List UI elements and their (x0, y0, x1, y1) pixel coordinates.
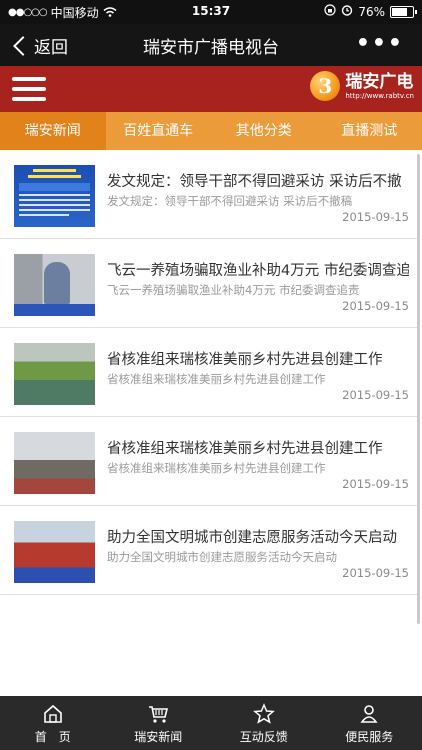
news-summary: 省核准组来瑞核准美丽乡村先进县创建工作 (107, 372, 326, 386)
news-title: 助力全国文明城市创建志愿服务活动今天启动 (107, 530, 397, 546)
logo-url: http://www.rabtv.cn (345, 91, 414, 100)
news-title: 省核准组来瑞核准美丽乡村先进县创建工作 (107, 352, 383, 368)
news-summary: 助力全国文明城市创建志愿服务活动今天启动 (107, 550, 337, 564)
news-summary: 发文规定：领导干部不得回避采访 采访后不撤稿 (107, 194, 353, 208)
home-icon (42, 703, 64, 725)
logo-mark: 3 (310, 71, 341, 101)
bottom-nav-label: 便民服务 (345, 730, 394, 744)
bottom-nav-label: 首 页 (34, 730, 71, 744)
nav-bar: 返回 瑞安市广播电视台 ••• (0, 24, 422, 66)
tab-citizen-express[interactable]: 百姓直通车 (106, 112, 212, 150)
bottom-nav-services[interactable]: 便民服务 (317, 696, 422, 750)
news-thumbnail (14, 521, 95, 583)
brand-logo: 3 瑞安广电 http://www.rabtv.cn (310, 71, 414, 101)
list-item[interactable]: 省核准组来瑞核准美丽乡村先进县创建工作 省核准组来瑞核准美丽乡村先进县创建工作 … (0, 417, 418, 506)
news-date: 2015-09-15 (342, 210, 409, 224)
tab-other-categories[interactable]: 其他分类 (211, 112, 317, 150)
news-date: 2015-09-15 (342, 566, 409, 580)
bottom-nav-ruian-news[interactable]: 瑞安新闻 (106, 696, 212, 750)
bottom-nav-label: 瑞安新闻 (134, 730, 183, 744)
list-item[interactable]: 发文规定：领导干部不得回避采访 采访后不撤 发文规定：领导干部不得回避采访 采访… (0, 150, 418, 239)
news-thumbnail (14, 432, 95, 494)
person-icon (358, 703, 380, 725)
menu-icon[interactable] (12, 77, 46, 101)
scrollbar[interactable] (417, 154, 420, 624)
news-title: 省核准组来瑞核准美丽乡村先进县创建工作 (107, 441, 383, 457)
news-title: 飞云一养殖场骗取渔业补助4万元 市纪委调查追 (107, 263, 409, 279)
bottom-nav-feedback[interactable]: 互动反馈 (211, 696, 317, 750)
news-summary: 飞云一养殖场骗取渔业补助4万元 市纪委调查追责 (107, 283, 360, 297)
brand-header: 3 瑞安广电 http://www.rabtv.cn (0, 66, 422, 112)
orientation-lock-icon (324, 4, 336, 19)
cart-icon (147, 703, 169, 725)
bottom-nav: 首 页 瑞安新闻 互动反馈 便民服务 (0, 696, 422, 750)
list-item[interactable]: 助力全国文明城市创建志愿服务活动今天启动 助力全国文明城市创建志愿服务活动今天启… (0, 506, 418, 595)
news-date: 2015-09-15 (342, 477, 409, 491)
tab-live-test[interactable]: 直播测试 (317, 112, 422, 150)
status-bar: ●●○○○ 中国移动 15:37 76% (0, 0, 422, 24)
list-item[interactable]: 飞云一养殖场骗取渔业补助4万元 市纪委调查追 飞云一养殖场骗取渔业补助4万元 市… (0, 239, 418, 328)
bottom-nav-label: 互动反馈 (239, 730, 288, 744)
news-title: 发文规定：领导干部不得回避采访 采访后不撤 (107, 174, 402, 190)
bottom-nav-home[interactable]: 首 页 (0, 696, 106, 750)
tab-ruian-news[interactable]: 瑞安新闻 (0, 112, 106, 150)
list-item[interactable]: 省核准组来瑞核准美丽乡村先进县创建工作 省核准组来瑞核准美丽乡村先进县创建工作 … (0, 328, 418, 417)
news-thumbnail (14, 254, 95, 316)
battery-icon (390, 5, 417, 18)
more-button[interactable]: ••• (356, 31, 404, 56)
news-thumbnail (14, 343, 95, 405)
news-date: 2015-09-15 (342, 299, 409, 313)
news-list[interactable]: 发文规定：领导干部不得回避采访 采访后不撤 发文规定：领导干部不得回避采访 采访… (0, 150, 422, 696)
alarm-icon (341, 4, 353, 19)
news-date: 2015-09-15 (342, 388, 409, 402)
battery-percent: 76% (358, 4, 385, 19)
status-right: 76% (324, 4, 417, 19)
logo-text: 瑞安广电 (345, 71, 414, 92)
star-icon (252, 703, 275, 725)
category-tabs: 瑞安新闻 百姓直通车 其他分类 直播测试 (0, 112, 422, 150)
news-summary: 省核准组来瑞核准美丽乡村先进县创建工作 (107, 461, 326, 475)
news-thumbnail (14, 165, 95, 227)
